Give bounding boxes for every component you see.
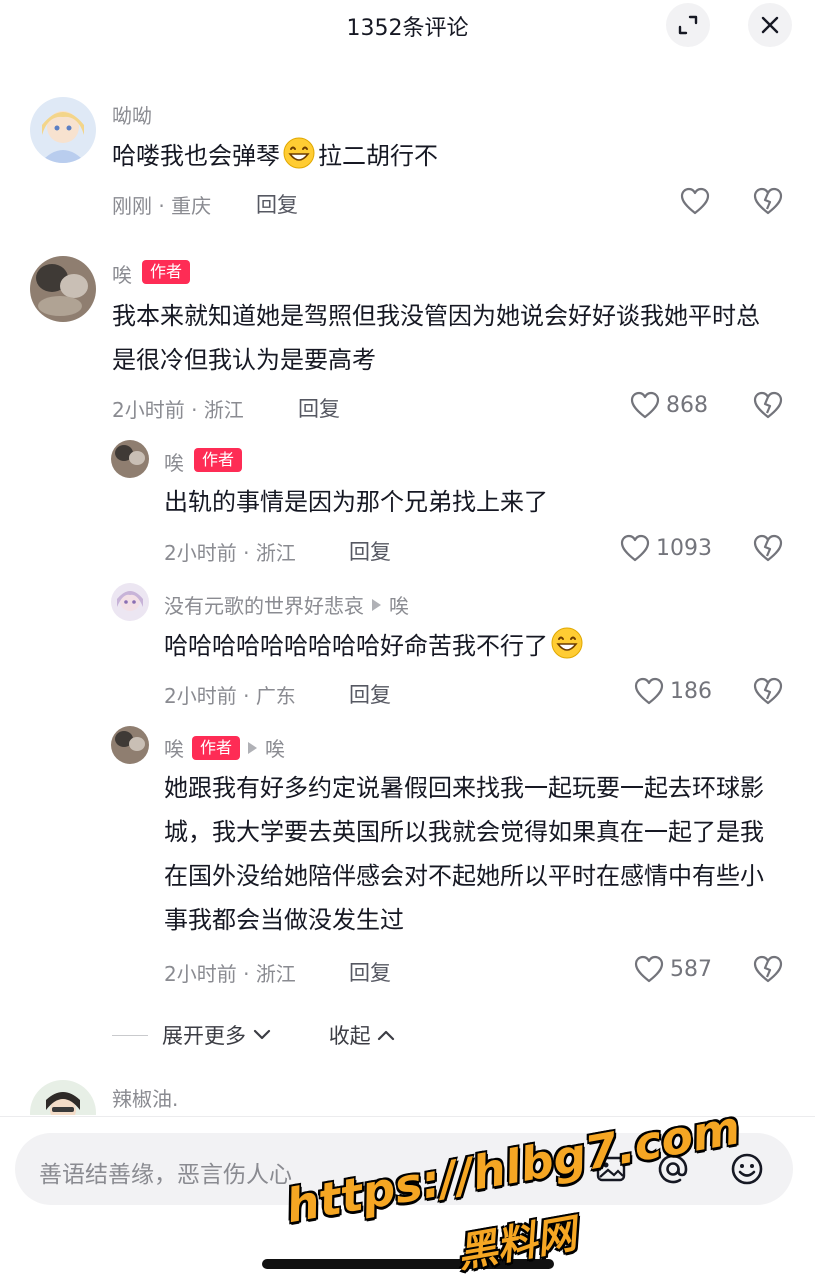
heart-icon: [680, 187, 710, 215]
avatar[interactable]: [30, 256, 96, 322]
like-button[interactable]: 186: [634, 677, 712, 705]
comment-username[interactable]: 唉: [112, 259, 132, 288]
reply-meta: 2小时前 · 浙江: [164, 962, 296, 986]
comment-text: 我本来就知道她是驾照但我没管因为她说会好好谈我她平时总是很冷但我认为是要高考: [112, 302, 760, 374]
avatar[interactable]: [111, 583, 149, 621]
close-button[interactable]: [748, 3, 792, 47]
comment-username[interactable]: 辣椒油.: [112, 1083, 178, 1112]
author-badge: 作者: [194, 448, 243, 472]
heart-icon: [630, 391, 660, 419]
reply-button[interactable]: 回复: [298, 393, 340, 423]
chevron-up-icon: [378, 1030, 395, 1041]
input-placeholder: 善语结善缘，恶言伤人心: [39, 1162, 292, 1188]
like-count: 1093: [656, 535, 712, 561]
expand-more-button[interactable]: 展开更多: [162, 1020, 271, 1050]
like-button[interactable]: 587: [634, 955, 712, 983]
author-badge: 作者: [142, 260, 191, 284]
reply-button[interactable]: 回复: [256, 189, 298, 219]
close-icon: [761, 16, 779, 34]
reply-arrow-icon: [248, 741, 258, 754]
broken-heart-icon: [753, 187, 783, 215]
heart-icon: [620, 534, 650, 562]
like-count: 868: [666, 392, 708, 418]
reply-to-username[interactable]: 唉: [265, 733, 285, 762]
comment-username[interactable]: 呦呦: [112, 100, 152, 129]
emoji-button[interactable]: [729, 1151, 765, 1191]
reply-meta: 2小时前 · 广东: [164, 684, 296, 708]
reply-username[interactable]: 唉: [164, 733, 184, 762]
avatar[interactable]: [111, 440, 149, 478]
reply-button[interactable]: 回复: [349, 957, 391, 987]
like-button[interactable]: 868: [630, 391, 708, 419]
avatar[interactable]: [30, 97, 96, 163]
heart-icon: [634, 677, 664, 705]
broken-heart-icon: [753, 534, 783, 562]
dislike-button[interactable]: [753, 187, 783, 219]
broken-heart-icon: [753, 955, 783, 983]
reply-text: 她跟我有好多约定说暑假回来找我一起玩要一起去环球影城，我大学要去英国所以我就会觉…: [164, 774, 764, 934]
expand-button[interactable]: [666, 3, 710, 47]
reply-button[interactable]: 回复: [349, 679, 391, 709]
reply-arrow-icon: [372, 598, 381, 611]
author-badge: 作者: [192, 735, 241, 760]
reply-button[interactable]: 回复: [349, 536, 391, 566]
comments-header: 1352条评论: [0, 0, 815, 52]
emoji-icon: [731, 1153, 763, 1185]
dislike-button[interactable]: [753, 677, 783, 709]
collapse-button[interactable]: 收起: [329, 1020, 396, 1050]
divider: [112, 1034, 148, 1036]
grin-emoji-icon: [551, 627, 583, 659]
dislike-button[interactable]: [753, 391, 783, 423]
thread-controls: 展开更多 收起: [112, 1020, 395, 1050]
heart-icon: [634, 955, 664, 983]
like-count: 587: [670, 956, 712, 982]
reply-to-username[interactable]: 唉: [389, 590, 409, 619]
chevron-down-icon: [253, 1029, 270, 1040]
like-count: 186: [670, 678, 712, 704]
comment-text: 哈喽我也会弹琴 拉二胡行不: [112, 134, 772, 178]
comment-list[interactable]: 呦呦 哈喽我也会弹琴 拉二胡行不 刚刚 · 重庆 回复 唉 作者 我本来就知道她是…: [0, 60, 815, 1115]
reply-meta: 2小时前 · 浙江: [164, 541, 296, 565]
comment-meta: 刚刚 · 重庆: [112, 194, 212, 218]
grin-emoji-icon: [283, 137, 315, 169]
like-button[interactable]: [680, 187, 716, 215]
comment-meta: 2小时前 · 浙江: [112, 398, 244, 422]
broken-heart-icon: [753, 677, 783, 705]
reply-username[interactable]: 唉: [164, 447, 184, 476]
reply-text: 出轨的事情是因为那个兄弟找上来了: [164, 488, 548, 516]
reply-username[interactable]: 没有元歌的世界好悲哀: [164, 590, 364, 619]
expand-icon: [678, 15, 698, 35]
reply-header: 没有元歌的世界好悲哀 唉: [164, 590, 409, 619]
dislike-button[interactable]: [753, 955, 783, 987]
avatar[interactable]: [111, 726, 149, 764]
like-button[interactable]: 1093: [620, 534, 712, 562]
reply-header: 唉 作者 唉: [164, 733, 285, 762]
dislike-button[interactable]: [753, 534, 783, 566]
avatar[interactable]: [30, 1080, 96, 1115]
reply-text: 哈哈哈哈哈哈哈哈哈好命苦我不行了: [164, 624, 764, 668]
broken-heart-icon: [753, 391, 783, 419]
